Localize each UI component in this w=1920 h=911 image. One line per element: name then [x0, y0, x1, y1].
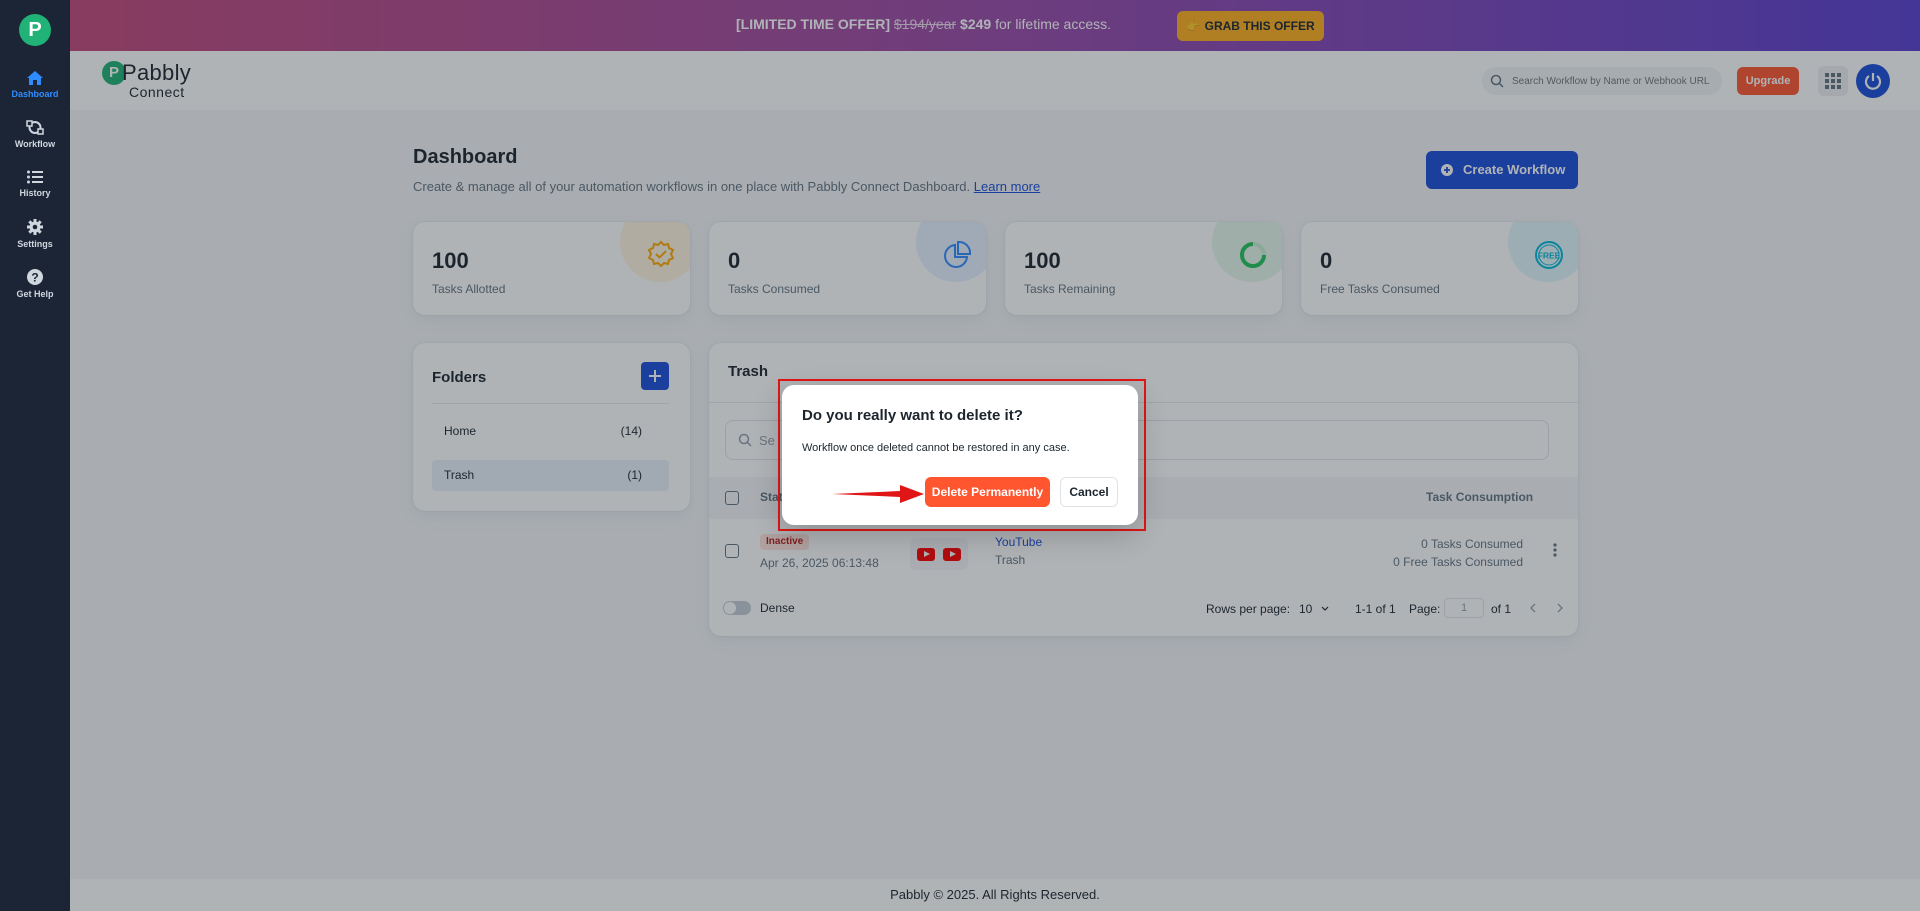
- delete-permanently-button[interactable]: Delete Permanently: [925, 477, 1050, 507]
- sidebar-item-label: Workflow: [14, 139, 56, 149]
- sidebar-item-workflow[interactable]: Workflow: [0, 119, 70, 149]
- history-icon: [27, 170, 43, 184]
- annotation-arrow-icon: [832, 485, 924, 503]
- gear-icon: [27, 219, 43, 235]
- dialog-title: Do you really want to delete it?: [802, 407, 1023, 424]
- sidebar-item-history[interactable]: History: [0, 169, 70, 198]
- pabbly-logo[interactable]: P: [19, 14, 51, 46]
- sidebar-item-get-help[interactable]: ? Get Help: [0, 268, 70, 299]
- svg-text:?: ?: [31, 271, 38, 285]
- sidebar-item-settings[interactable]: Settings: [0, 218, 70, 249]
- sidebar: P Dashboard Workflow History Settings ? …: [0, 0, 70, 911]
- cancel-button[interactable]: Cancel: [1060, 477, 1118, 507]
- sidebar-item-dashboard[interactable]: Dashboard: [0, 70, 70, 99]
- workflow-icon: [26, 120, 44, 135]
- sidebar-item-label: Settings: [17, 239, 53, 249]
- home-icon: [27, 71, 43, 85]
- dialog-body: Workflow once deleted cannot be restored…: [802, 442, 1070, 454]
- help-icon: ?: [27, 269, 43, 285]
- sidebar-item-label: History: [19, 188, 51, 198]
- sidebar-item-label: Get Help: [16, 289, 54, 299]
- sidebar-item-label: Dashboard: [11, 89, 59, 99]
